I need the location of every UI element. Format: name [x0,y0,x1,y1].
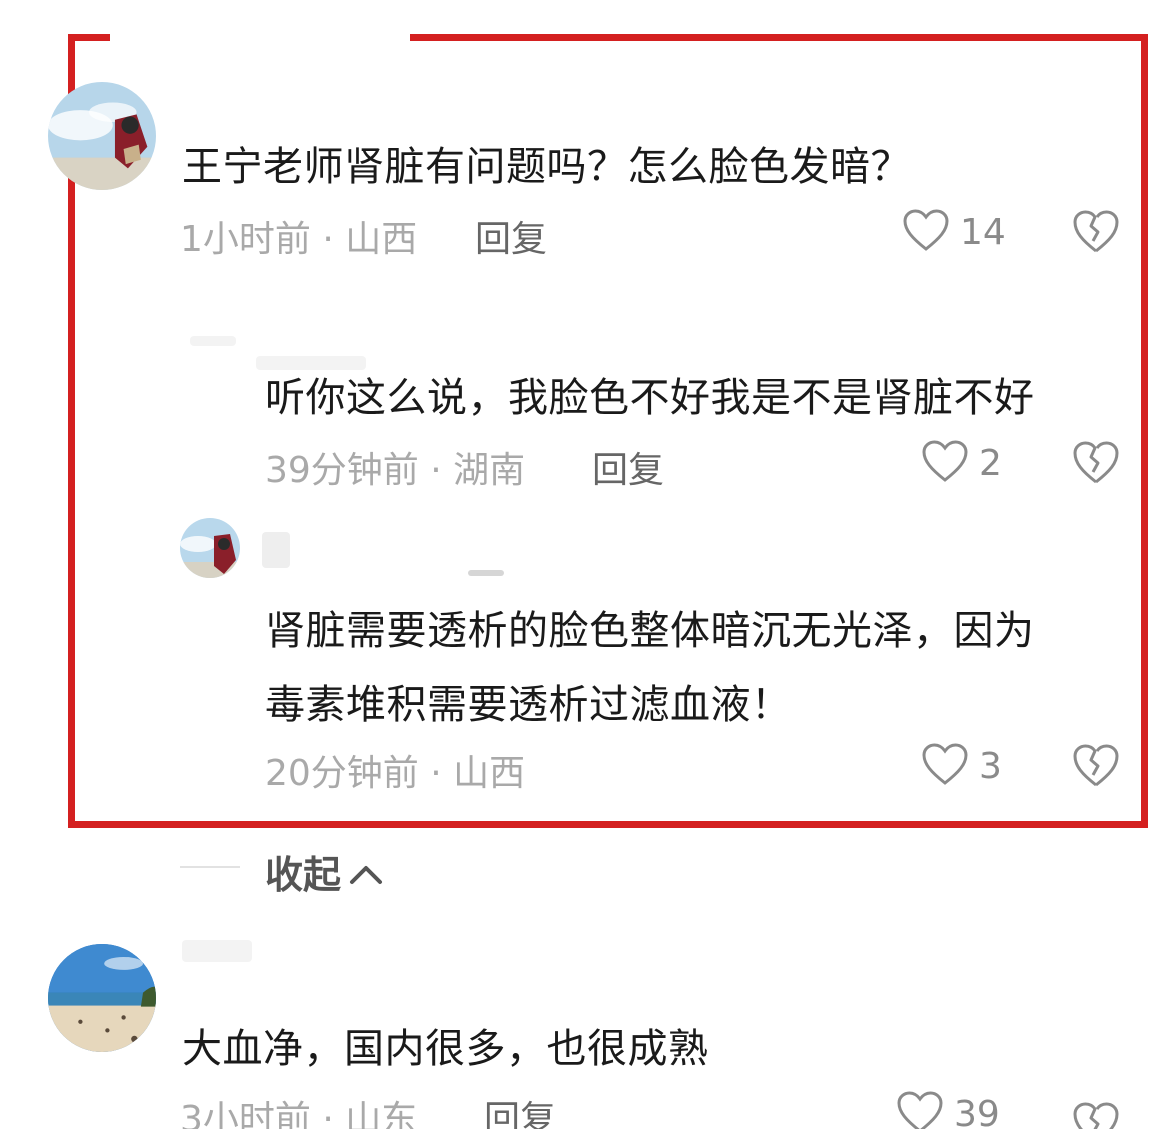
heart-outline-icon [896,1090,944,1129]
reply-button[interactable]: 回复 [484,1090,556,1129]
like-button[interactable]: 39 [896,1090,1000,1129]
reply-button[interactable]: 回复 [475,210,547,262]
heart-outline-icon [921,439,969,487]
collapse-label: 收起 [265,853,342,897]
like-button[interactable]: 14 [902,208,1006,256]
collapse-divider [180,866,240,868]
reply-meta: 20分钟前 · 山西 [265,753,526,794]
broken-heart-icon [1072,1100,1120,1129]
like-count: 14 [960,211,1006,253]
chevron-up-icon [341,850,383,894]
avatar[interactable] [180,518,240,578]
reply-text-line2: 毒素堆积需要透析过滤血液！ [265,682,792,728]
dislike-button[interactable] [1072,439,1120,485]
broken-heart-icon [1072,208,1120,254]
like-count: 3 [979,745,1002,787]
like-button[interactable]: 2 [921,439,1002,487]
broken-heart-icon [1072,439,1120,485]
avatar[interactable] [48,944,156,1052]
like-count: 39 [954,1093,1000,1129]
cropped-edge-mask [110,28,410,44]
comment-text: 大血净，国内很多，也很成熟 [182,1026,709,1072]
heart-outline-icon [902,208,950,256]
reply-text: 听你这么说，我脸色不好我是不是肾脏不好 [265,375,1035,421]
avatar[interactable] [190,336,236,346]
username-redacted [468,570,504,576]
broken-heart-icon [1072,742,1120,788]
reply-button[interactable]: 回复 [592,441,664,493]
dislike-button[interactable] [1072,1100,1120,1129]
comment-meta: 3小时前 · 山东 [180,1099,418,1129]
comment-thread-screen: 王宁老师肾脏有问题吗？怎么脸色发暗？ 1小时前 · 山西 回复 14 听你这么说… [0,0,1170,1129]
dislike-button[interactable] [1072,742,1120,788]
comment-meta: 1小时前 · 山西 [180,219,418,260]
like-count: 2 [979,442,1002,484]
reply-text-line1: 肾脏需要透析的脸色整体暗沉无光泽，因为 [265,608,1035,654]
username-redacted [262,532,290,568]
avatar[interactable] [48,82,156,190]
dislike-button[interactable] [1072,208,1120,254]
like-button[interactable]: 3 [921,742,1002,790]
heart-outline-icon [921,742,969,790]
collapse-replies-button[interactable]: 收起 [265,844,383,899]
username-redacted [182,940,252,962]
reply-meta: 39分钟前 · 湖南 [265,450,526,491]
comment-text: 王宁老师肾脏有问题吗？怎么脸色发暗？ [182,144,911,190]
